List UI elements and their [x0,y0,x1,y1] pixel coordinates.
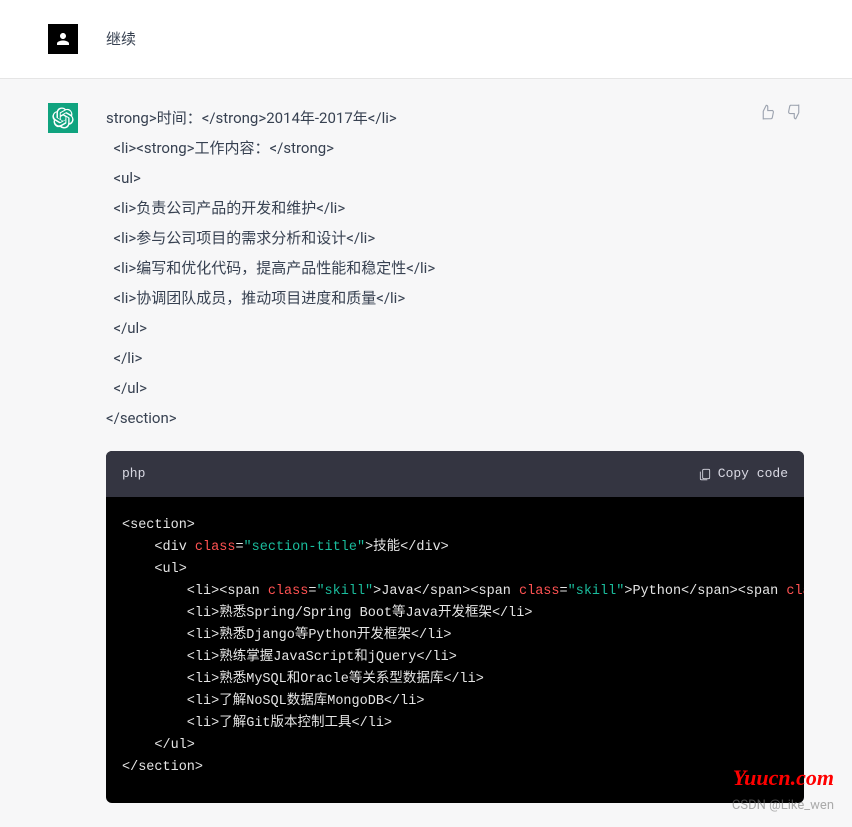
user-text: 继续 [106,24,804,54]
code-header: php Copy code [106,451,804,497]
code-line: <div class="section-title">技能</div> [122,537,788,559]
code-line: <li>熟悉Spring/Spring Boot等Java开发框架</li> [122,603,788,625]
code-block: php Copy code <section> <div class="sect… [106,451,804,803]
code-body: <section> <div class="section-title">技能<… [106,497,804,803]
code-line: <ul> [122,559,788,581]
assistant-text-line: </ul> [106,313,804,343]
user-message: 继续 [0,0,852,79]
assistant-content: strong>时间：</strong>2014年-2017年</li> <li>… [106,103,804,803]
clipboard-icon [698,467,712,481]
feedback-buttons [758,103,804,125]
code-line: <li>了解NoSQL数据库MongoDB</li> [122,691,788,713]
thumbs-up-icon [758,103,776,121]
openai-icon [52,107,74,129]
thumbs-down-icon [786,103,804,121]
code-line: </ul> [122,735,788,757]
assistant-text-line: </section> [106,403,804,433]
assistant-text-line: <li>参与公司项目的需求分析和设计</li> [106,223,804,253]
assistant-avatar [48,103,78,133]
assistant-text-line: strong>时间：</strong>2014年-2017年</li> [106,103,804,133]
assistant-text-line: <li>负责公司产品的开发和维护</li> [106,193,804,223]
copy-code-button[interactable]: Copy code [698,459,788,489]
code-line: <li>了解Git版本控制工具</li> [122,713,788,735]
copy-code-label: Copy code [718,459,788,489]
assistant-text-line: <li>编写和优化代码，提高产品性能和稳定性</li> [106,253,804,283]
assistant-text-line: <li>协调团队成员，推动项目进度和质量</li> [106,283,804,313]
assistant-text-line: </li> [106,343,804,373]
thumbs-up-button[interactable] [758,103,776,125]
user-avatar [48,24,78,54]
thumbs-down-button[interactable] [786,103,804,125]
person-icon [54,30,72,48]
assistant-text-line: <ul> [106,163,804,193]
code-line: <li><span class="skill">Java</span><span… [122,581,788,603]
code-language-label: php [122,459,145,489]
assistant-text-line: <li><strong>工作内容：</strong> [106,133,804,163]
assistant-text-block: strong>时间：</strong>2014年-2017年</li> <li>… [106,103,804,433]
code-line: <li>熟练掌握JavaScript和jQuery</li> [122,647,788,669]
code-line: <li>熟悉MySQL和Oracle等关系型数据库</li> [122,669,788,691]
assistant-message: strong>时间：</strong>2014年-2017年</li> <li>… [0,79,852,827]
code-line: <section> [122,515,788,537]
assistant-text-line: </ul> [106,373,804,403]
code-line: <li>熟悉Django等Python开发框架</li> [122,625,788,647]
